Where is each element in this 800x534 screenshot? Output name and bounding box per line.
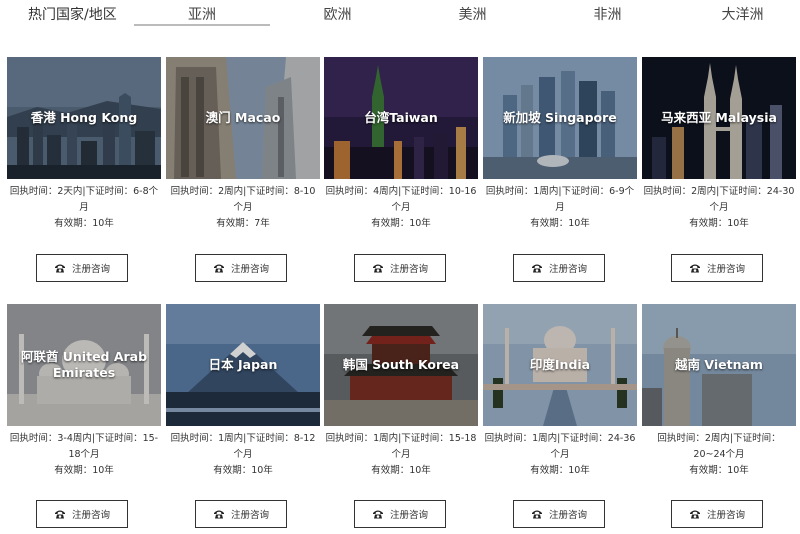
country-name: 韩国 South Korea bbox=[342, 357, 460, 372]
processing-info: 回执时间：3-4周内|下证时间：15-18个月有效期：10年 bbox=[7, 431, 161, 479]
processing-info: 回执时间：2天内|下证时间：6-8个月有效期：10年 bbox=[7, 184, 161, 232]
phone-icon bbox=[213, 508, 231, 520]
country-name: 澳门 Macao bbox=[205, 110, 281, 125]
phone-icon bbox=[531, 508, 549, 520]
consult-button[interactable]: 注册咨询 bbox=[513, 254, 605, 282]
consult-button[interactable]: 注册咨询 bbox=[36, 254, 128, 282]
country-card: 韩国 South Korea 回执时间：1周内|下证时间：15-18个月有效期：1… bbox=[324, 304, 478, 479]
country-name: 越南 Vietnam bbox=[675, 357, 763, 372]
country-photo[interactable]: 越南 Vietnam bbox=[642, 304, 796, 426]
country-card: 台湾Taiwan 回执时间：4周内|下证时间：10-16个月有效期：10年 bbox=[324, 57, 478, 232]
consult-button-label: 注册咨询 bbox=[706, 264, 745, 275]
processing-times: 回执时间：1周内|下证时间：8-12个月 bbox=[170, 433, 316, 460]
section-title: 热门国家/地区 bbox=[28, 7, 117, 23]
country-card: 阿联酋 United Arab Emirates 回执时间：3-4周内|下证时间：… bbox=[7, 304, 161, 479]
country-photo[interactable]: 台湾Taiwan bbox=[324, 57, 478, 179]
tab-americas[interactable]: 美洲 bbox=[425, 4, 520, 24]
phone-icon bbox=[213, 262, 231, 274]
country-name: 台湾Taiwan bbox=[364, 110, 438, 125]
consult-button[interactable]: 注册咨询 bbox=[671, 254, 763, 282]
phone-icon bbox=[372, 508, 390, 520]
country-card: 新加坡 Singapore 回执时间：1周内|下证时间：6-9个月有效期：10年 bbox=[483, 57, 637, 232]
validity-period: 有效期：10年 bbox=[371, 465, 431, 476]
country-photo[interactable]: 新加坡 Singapore bbox=[483, 57, 637, 179]
processing-info: 回执时间：1周内|下证时间：8-12个月有效期：10年 bbox=[166, 431, 320, 479]
country-name: 马来西亚 Malaysia bbox=[661, 110, 777, 125]
consult-button-label: 注册咨询 bbox=[71, 510, 110, 521]
country-card: 马来西亚 Malaysia 回执时间：2周内|下证时间：24-30个月有效期：10… bbox=[642, 57, 796, 232]
phone-icon bbox=[531, 262, 549, 274]
consult-button[interactable]: 注册咨询 bbox=[195, 500, 287, 528]
phone-icon bbox=[689, 508, 707, 520]
phone-icon bbox=[372, 262, 390, 274]
validity-period: 有效期：10年 bbox=[689, 218, 749, 229]
country-name: 日本 Japan bbox=[208, 357, 278, 372]
country-photo[interactable]: 韩国 South Korea bbox=[324, 304, 478, 426]
consult-button-label: 注册咨询 bbox=[71, 264, 110, 275]
processing-info: 回执时间：1周内|下证时间：15-18个月有效期：10年 bbox=[324, 431, 478, 479]
validity-period: 有效期：10年 bbox=[54, 465, 114, 476]
consult-button[interactable]: 注册咨询 bbox=[513, 500, 605, 528]
country-photo[interactable]: 澳门 Macao bbox=[166, 57, 320, 179]
country-photo[interactable]: 香港 Hong Kong bbox=[7, 57, 161, 179]
validity-period: 有效期：10年 bbox=[530, 218, 590, 229]
processing-info: 回执时间：1周内|下证时间：6-9个月有效期：10年 bbox=[483, 184, 637, 232]
consult-button[interactable]: 注册咨询 bbox=[354, 254, 446, 282]
country-photo[interactable]: 马来西亚 Malaysia bbox=[642, 57, 796, 179]
processing-times: 回执时间：4周内|下证时间：10-16个月 bbox=[325, 186, 477, 213]
validity-period: 有效期：10年 bbox=[689, 465, 749, 476]
processing-times: 回执时间：2天内|下证时间：6-8个月 bbox=[9, 186, 159, 213]
country-name: 阿联酋 United Arab Emirates bbox=[20, 349, 148, 380]
validity-period: 有效期：10年 bbox=[54, 218, 114, 229]
phone-icon bbox=[54, 262, 72, 274]
consult-button[interactable]: 注册咨询 bbox=[36, 500, 128, 528]
consult-button-label: 注册咨询 bbox=[706, 510, 745, 521]
country-name: 新加坡 Singapore bbox=[503, 110, 617, 125]
processing-info: 回执时间：2周内|下证时间：24-30个月有效期：10年 bbox=[642, 184, 796, 232]
consult-button-label: 注册咨询 bbox=[548, 510, 587, 521]
consult-button-label: 注册咨询 bbox=[389, 510, 428, 521]
country-name: 香港 Hong Kong bbox=[30, 110, 138, 125]
tab-europe[interactable]: 欧洲 bbox=[290, 4, 385, 24]
country-photo[interactable]: 印度India bbox=[483, 304, 637, 426]
processing-times: 回执时间：3-4周内|下证时间：15-18个月 bbox=[9, 433, 159, 460]
tab-oceania[interactable]: 大洋洲 bbox=[695, 4, 790, 24]
country-card: 日本 Japan 回执时间：1周内|下证时间：8-12个月有效期：10年 bbox=[166, 304, 320, 479]
tab-africa[interactable]: 非洲 bbox=[560, 4, 655, 24]
consult-button-label: 注册咨询 bbox=[389, 264, 428, 275]
consult-button[interactable]: 注册咨询 bbox=[195, 254, 287, 282]
processing-times: 回执时间：1周内|下证时间：6-9个月 bbox=[485, 186, 635, 213]
country-card: 越南 Vietnam 回执时间：2周内|下证时间：20~24个月有效期：10年 bbox=[642, 304, 796, 479]
region-tabs: 热门国家/地区 亚洲 欧洲 美洲 非洲 大洋洲 bbox=[0, 0, 800, 26]
country-name: 印度India bbox=[529, 357, 591, 372]
phone-icon bbox=[689, 262, 707, 274]
validity-period: 有效期：7年 bbox=[216, 218, 270, 229]
processing-times: 回执时间：1周内|下证时间：15-18个月 bbox=[325, 433, 477, 460]
country-card: 印度India 回执时间：1周内|下证时间：24-36个月有效期：10年 bbox=[483, 304, 637, 479]
processing-info: 回执时间：4周内|下证时间：10-16个月有效期：10年 bbox=[324, 184, 478, 232]
consult-button-label: 注册咨询 bbox=[548, 264, 587, 275]
consult-button-label: 注册咨询 bbox=[230, 510, 269, 521]
country-card: 香港 Hong Kong 回执时间：2天内|下证时间：6-8个月有效期：10年 bbox=[7, 57, 161, 232]
processing-times: 回执时间：1周内|下证时间：24-36个月 bbox=[484, 433, 636, 460]
validity-period: 有效期：10年 bbox=[371, 218, 431, 229]
processing-times: 回执时间：2周内|下证时间：8-10个月 bbox=[170, 186, 316, 213]
consult-button[interactable]: 注册咨询 bbox=[354, 500, 446, 528]
processing-info: 回执时间：1周内|下证时间：24-36个月有效期：10年 bbox=[483, 431, 637, 479]
country-card: 澳门 Macao 回执时间：2周内|下证时间：8-10个月有效期：7年 bbox=[166, 57, 320, 232]
tab-asia[interactable]: 亚洲 bbox=[134, 4, 270, 24]
processing-info: 回执时间：2周内|下证时间：20~24个月有效期：10年 bbox=[642, 431, 796, 479]
validity-period: 有效期：10年 bbox=[213, 465, 273, 476]
active-tab-indicator bbox=[134, 24, 270, 26]
processing-info: 回执时间：2周内|下证时间：8-10个月有效期：7年 bbox=[166, 184, 320, 232]
processing-times: 回执时间：2周内|下证时间：20~24个月 bbox=[657, 433, 781, 460]
country-photo[interactable]: 日本 Japan bbox=[166, 304, 320, 426]
consult-button-label: 注册咨询 bbox=[230, 264, 269, 275]
validity-period: 有效期：10年 bbox=[530, 465, 590, 476]
consult-button[interactable]: 注册咨询 bbox=[671, 500, 763, 528]
processing-times: 回执时间：2周内|下证时间：24-30个月 bbox=[643, 186, 795, 213]
phone-icon bbox=[54, 508, 72, 520]
country-photo[interactable]: 阿联酋 United Arab Emirates bbox=[7, 304, 161, 426]
